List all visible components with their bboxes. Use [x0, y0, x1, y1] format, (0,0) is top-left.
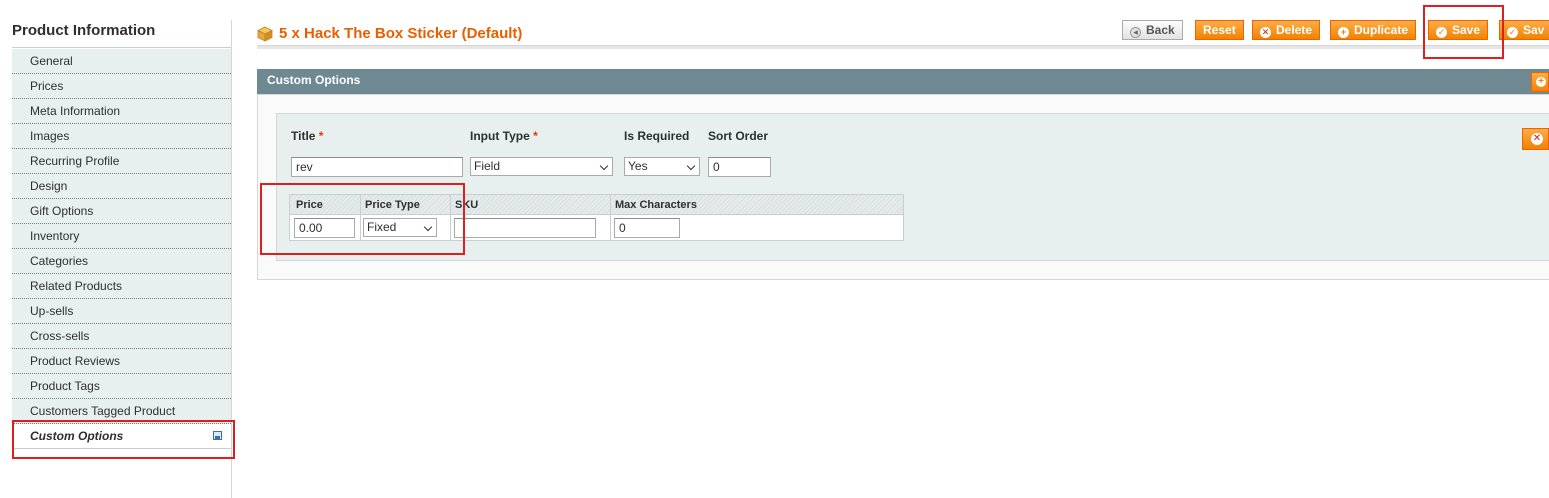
option-title-input[interactable]	[291, 157, 463, 177]
is-required-label: Is Required	[624, 129, 690, 143]
sidebar-item-images[interactable]: Images	[12, 124, 231, 149]
check-circle-icon: ✓	[1507, 27, 1518, 38]
sidebar-item-label: Meta Information	[30, 104, 121, 118]
sidebar-item-label: Related Products	[30, 279, 123, 293]
sidebar-item-meta-information[interactable]: Meta Information	[12, 99, 231, 124]
sidebar-item-label: Product Tags	[30, 379, 100, 393]
save-button-highlight	[1423, 5, 1504, 59]
sidebar-item-recurring-profile[interactable]: Recurring Profile	[12, 149, 231, 174]
sidebar-item-label: Gift Options	[30, 204, 94, 218]
sort-order-input[interactable]	[708, 157, 771, 177]
sidebar-item-product-reviews[interactable]: Product Reviews	[12, 349, 231, 374]
save-and-continue-button[interactable]: ✓ Sav	[1499, 20, 1549, 40]
sidebar-item-up-sells[interactable]: Up-sells	[12, 299, 231, 324]
input-type-label-text: Input Type	[470, 129, 530, 143]
custom-options-header: Custom Options	[257, 69, 1549, 94]
sku-input[interactable]	[454, 218, 596, 238]
custom-options-title: Custom Options	[267, 73, 361, 87]
delete-button-label: Delete	[1276, 23, 1313, 37]
header-divider	[257, 45, 1549, 49]
option-title-label-text: Title	[291, 129, 316, 143]
sidebar-item-label: Product Reviews	[30, 354, 121, 368]
custom-options-tab-highlight	[12, 420, 235, 459]
plus-circle-icon: +	[1338, 27, 1349, 38]
sidebar-item-categories[interactable]: Categories	[12, 249, 231, 274]
option-title-label: Title *	[291, 129, 323, 143]
sidebar-item-prices[interactable]: Prices	[12, 74, 231, 99]
duplicate-button-label: Duplicate	[1354, 23, 1409, 37]
sidebar-item-design[interactable]: Design	[12, 174, 231, 199]
duplicate-button[interactable]: + Duplicate	[1330, 20, 1417, 40]
sidebar-item-related-products[interactable]: Related Products	[12, 274, 231, 299]
column-divider	[610, 195, 611, 240]
input-type-select-value: Field	[474, 159, 501, 173]
reset-button-label: Reset	[1203, 23, 1236, 37]
sidebar-item-cross-sells[interactable]: Cross-sells	[12, 324, 231, 349]
plus-circle-icon: +	[1536, 77, 1546, 87]
sidebar-item-label: Cross-sells	[30, 329, 90, 343]
sidebar-item-general[interactable]: General	[12, 49, 231, 74]
sidebar-item-label: Up-sells	[30, 304, 74, 318]
save-and-continue-button-label: Sav	[1523, 23, 1545, 37]
delete-option-button[interactable]: ✕	[1522, 128, 1549, 150]
input-type-label: Input Type *	[470, 129, 538, 143]
sidebar-item-label: Inventory	[30, 229, 80, 243]
sidebar-item-label: Customers Tagged Product	[30, 404, 176, 418]
price-fields-highlight	[260, 183, 465, 255]
sidebar-item-label: Images	[30, 129, 70, 143]
is-required-select[interactable]: Yes	[624, 157, 700, 176]
back-arrow-icon: ◂	[1130, 27, 1141, 38]
delete-circle-icon: ✕	[1260, 27, 1271, 38]
max-characters-column-header: Max Characters	[615, 199, 697, 211]
required-marker: *	[533, 129, 538, 143]
chevron-down-icon	[599, 161, 609, 171]
is-required-select-value: Yes	[628, 159, 648, 173]
sidebar-tab-list: General Prices Meta Information Images R…	[12, 49, 231, 449]
sidebar-title: Product Information	[12, 22, 156, 39]
sidebar-item-inventory[interactable]: Inventory	[12, 224, 231, 249]
box-icon	[257, 26, 273, 42]
sort-order-label: Sort Order	[708, 129, 769, 143]
max-characters-input[interactable]	[614, 218, 680, 238]
add-new-option-button[interactable]: +	[1531, 72, 1549, 92]
sidebar-item-gift-options[interactable]: Gift Options	[12, 199, 231, 224]
sidebar-title-divider	[12, 47, 231, 48]
delete-button[interactable]: ✕ Delete	[1252, 20, 1321, 40]
chevron-down-icon	[686, 161, 696, 171]
back-button[interactable]: ◂ Back	[1122, 20, 1183, 40]
sidebar-item-label: Design	[30, 179, 68, 193]
sidebar-item-label: Prices	[30, 79, 64, 93]
required-marker: *	[318, 129, 324, 143]
page-title: 5 x Hack The Box Sticker (Default)	[279, 25, 523, 42]
delete-circle-icon: ✕	[1531, 133, 1543, 145]
input-type-select[interactable]: Field	[470, 157, 613, 176]
sidebar-item-label: Categories	[30, 254, 89, 268]
sidebar-item-product-tags[interactable]: Product Tags	[12, 374, 231, 399]
sidebar-item-label: General	[30, 54, 73, 68]
reset-button[interactable]: Reset	[1195, 20, 1244, 40]
back-button-label: Back	[1146, 23, 1175, 37]
sidebar-item-label: Recurring Profile	[30, 154, 120, 168]
